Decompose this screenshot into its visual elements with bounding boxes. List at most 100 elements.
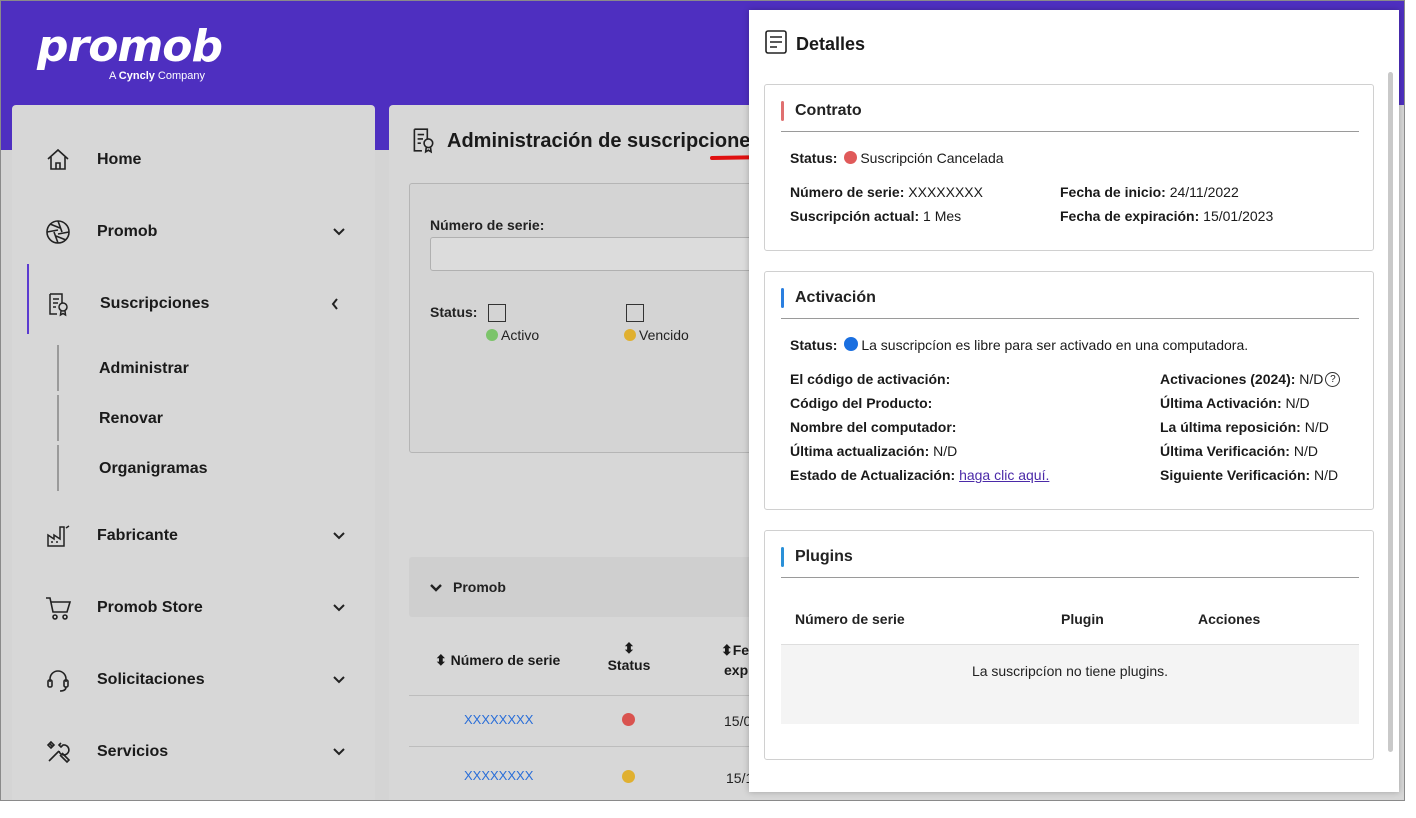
divider [781, 318, 1359, 319]
help-icon[interactable]: ? [1325, 372, 1341, 387]
plugins-accent [781, 547, 784, 567]
contrato-accent [781, 101, 784, 121]
codigo-activacion: El código de activación: [790, 371, 951, 387]
sort-icon: ⬍ [435, 652, 447, 668]
home-icon [44, 146, 72, 174]
panel-scrollbar[interactable] [1388, 72, 1393, 752]
nombre-computador: Nombre del computador: [790, 419, 957, 435]
plugins-col-serie: Número de serie [795, 611, 905, 627]
plugins-title: Plugins [795, 548, 853, 565]
activacion-status: Status: La suscripcíon es libre para ser… [790, 337, 1248, 353]
activo-label: Activo [501, 327, 540, 343]
col-header-label: Status [607, 657, 651, 673]
sidebar-item-label: Fabricante [97, 527, 178, 544]
estado-actualizacion: Estado de Actualización: haga clic aquí. [790, 467, 1050, 483]
sidebar-item-promob[interactable]: Promob [12, 202, 375, 262]
ultima-actualizacion: Última actualización: N/D [790, 443, 958, 459]
plugins-empty-row: La suscripcíon no tiene plugins. [781, 644, 1359, 724]
document-badge-icon [44, 290, 72, 318]
cart-icon [44, 594, 72, 622]
chevron-down-icon[interactable] [330, 743, 348, 761]
submenu-item-administrar[interactable]: Administrar [99, 360, 189, 378]
chevron-down-icon[interactable] [330, 671, 348, 689]
sort-icon: ⬍ [721, 642, 733, 658]
divider [781, 577, 1359, 578]
chevron-down-icon[interactable] [330, 223, 348, 241]
document-badge-icon [409, 125, 437, 160]
activo-checkbox[interactable] [488, 304, 506, 322]
submenu-line [57, 445, 59, 491]
status-filter-label: Status: [430, 304, 478, 320]
activo-option: Activo [486, 327, 539, 343]
sidebar-item-label: Home [97, 151, 142, 168]
sidebar-item-label: Promob [97, 223, 158, 240]
vencido-dot [624, 329, 636, 341]
update-status-link[interactable]: haga clic aquí. [959, 467, 1049, 483]
vencido-checkbox[interactable] [626, 304, 644, 322]
headset-icon [44, 666, 72, 694]
app-window: promob A Cyncly Company Home Promob Susc… [0, 0, 1405, 801]
promob-group-toggle[interactable]: Promob [409, 557, 769, 617]
status-label: Status: [790, 150, 838, 166]
submenu-item-organigramas[interactable]: Organigramas [99, 460, 207, 478]
activo-dot [486, 329, 498, 341]
chevron-left-icon[interactable] [326, 295, 344, 313]
table-row-serie-link[interactable]: XXXXXXXX [464, 712, 533, 727]
status-text: La suscripcíon es libre para ser activad… [861, 337, 1249, 353]
col-header-label: Fe [732, 642, 750, 658]
chevron-down-icon [429, 580, 443, 598]
divider [781, 131, 1359, 132]
activacion-title: Activación [795, 289, 876, 306]
status-dot [622, 713, 635, 726]
contrato-card: Contrato Status: Suscripción Cancelada N… [764, 84, 1374, 251]
ultima-verificacion: Última Verificación: N/D [1160, 443, 1318, 459]
group-label: Promob [453, 579, 506, 595]
sidebar-item-label: Suscripciones [100, 295, 210, 312]
sidebar-item-solicitaciones[interactable]: Solicitaciones [12, 650, 375, 710]
col-header-serie[interactable]: ⬍ Número de serie [435, 652, 560, 669]
sidebar-item-servicios[interactable]: Servicios [12, 722, 375, 782]
row-separator [409, 746, 769, 747]
contrato-actual: Suscripción actual: 1 Mes [790, 208, 962, 224]
sidebar-item-home[interactable]: Home [12, 130, 375, 190]
col-header-fecha[interactable]: ⬍Fe exp [721, 642, 749, 678]
details-title: Detalles [796, 34, 866, 54]
sort-icon: ⬍ [623, 640, 635, 656]
col-header-label: Número de serie [450, 652, 561, 668]
col-header-status[interactable]: ⬍ Status [607, 640, 651, 673]
status-label: Status: [790, 337, 838, 353]
contrato-inicio: Fecha de inicio: 24/11/2022 [1060, 184, 1239, 200]
sidebar-item-fabricante[interactable]: Fabricante [12, 506, 375, 566]
table-row-serie-link[interactable]: XXXXXXXX [464, 768, 533, 783]
sidebar: Home Promob Suscripciones Administrar Re… [12, 105, 375, 800]
row-separator [409, 695, 769, 696]
plugins-card: Plugins Número de serie Plugin Acciones … [764, 530, 1374, 760]
plugins-col-plugin: Plugin [1061, 611, 1104, 627]
status-dot [844, 337, 859, 351]
codigo-producto: Código del Producto: [790, 395, 933, 411]
plugins-col-acciones: Acciones [1198, 611, 1261, 627]
sidebar-item-label: Servicios [97, 743, 169, 760]
details-panel: Detalles Contrato Status: Suscripción Ca… [749, 10, 1399, 792]
status-dot [622, 770, 635, 783]
ultima-activacion: Última Activación: N/D [1160, 395, 1310, 411]
document-icon [764, 29, 788, 60]
aperture-icon [44, 218, 72, 246]
status-dot [844, 151, 858, 164]
sidebar-item-promob-store[interactable]: Promob Store [12, 578, 375, 638]
logo-wordmark: promob [37, 21, 223, 72]
chevron-down-icon[interactable] [330, 527, 348, 545]
activacion-accent [781, 288, 784, 308]
tools-icon [44, 738, 72, 766]
sidebar-item-label: Promob Store [97, 599, 203, 616]
vencido-label: Vencido [639, 327, 689, 343]
chevron-down-icon[interactable] [330, 599, 348, 617]
sidebar-item-suscripciones[interactable]: Suscripciones [12, 264, 375, 334]
submenu-item-renovar[interactable]: Renovar [99, 410, 163, 428]
ultima-reposicion: La última reposición: N/D [1160, 419, 1329, 435]
sidebar-item-label: Solicitaciones [97, 671, 205, 688]
col-header-label-2: exp [724, 662, 749, 678]
activacion-card: Activación Status: La suscripcíon es lib… [764, 271, 1374, 510]
promob-logo[interactable]: promob A Cyncly Company [37, 21, 223, 83]
contrato-serie: Número de serie: XXXXXXXX [790, 184, 983, 200]
